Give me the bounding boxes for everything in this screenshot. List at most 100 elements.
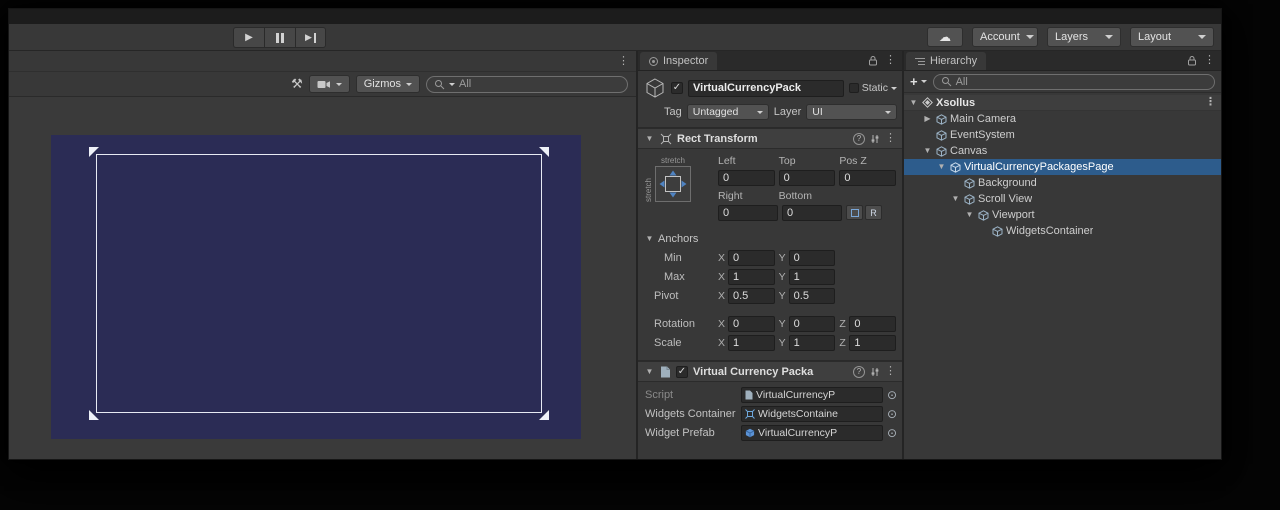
top-label: Top [779, 155, 836, 170]
lock-icon[interactable] [868, 55, 878, 66]
anchors-label: Anchors [658, 233, 698, 245]
active-checkbox[interactable]: ✓ [671, 82, 683, 94]
scale-y-field[interactable]: 1 [789, 335, 836, 351]
lock-icon[interactable] [1187, 55, 1197, 66]
kebab-menu-icon[interactable]: ⋮ [1204, 55, 1215, 66]
anchor-handle-top-right[interactable] [539, 147, 549, 157]
hierarchy-item-eventsystem[interactable]: EventSystem [904, 127, 1221, 143]
cloud-icon: ☁ [939, 30, 951, 44]
scene-search-input[interactable]: All [426, 76, 628, 93]
left-field[interactable]: 0 [718, 170, 775, 186]
object-picker-icon[interactable]: ⊙ [887, 389, 897, 401]
hierarchy-tab-bar: Hierarchy ⋮ [904, 51, 1221, 71]
widget-prefab-object-field[interactable]: VirtualCurrencyP [741, 425, 883, 441]
foldout-icon[interactable] [964, 211, 975, 219]
help-icon[interactable]: ? [853, 366, 865, 378]
gameobject-icon [978, 210, 989, 221]
presets-icon[interactable] [870, 134, 880, 144]
hierarchy-item-viewport[interactable]: Viewport [904, 207, 1221, 223]
foldout-icon[interactable] [950, 195, 961, 203]
editor-content: ⋮ ⚒ Gizmos [9, 51, 1221, 459]
static-checkbox[interactable] [849, 83, 859, 93]
object-picker-icon[interactable]: ⊙ [887, 408, 897, 420]
hierarchy-search-input[interactable]: All [933, 74, 1215, 90]
kebab-menu-icon[interactable]: ⋮ [885, 55, 896, 66]
static-toggle[interactable]: Static [849, 82, 897, 94]
foldout-icon[interactable] [644, 235, 655, 243]
kebab-menu-icon[interactable]: ⋮ [885, 133, 896, 144]
hierarchy-item-virtualcurrencypackagespage[interactable]: VirtualCurrencyPackagesPage [904, 159, 1221, 175]
anchor-preset-widget[interactable]: stretch stretch [644, 155, 718, 225]
account-dropdown[interactable]: Account [972, 27, 1038, 47]
layer-dropdown[interactable]: UI [806, 104, 897, 120]
posz-field[interactable]: 0 [839, 170, 896, 186]
component-enabled-checkbox[interactable]: ✓ [676, 366, 688, 378]
hierarchy-item-canvas[interactable]: Canvas [904, 143, 1221, 159]
tab-inspector[interactable]: Inspector [640, 52, 717, 70]
inspector-tab-icon [649, 57, 658, 66]
foldout-icon[interactable] [922, 147, 933, 155]
script-object-field[interactable]: VirtualCurrencyP [741, 387, 883, 403]
raw-edit-mode-button[interactable]: R [865, 205, 882, 220]
foldout-icon[interactable] [644, 368, 655, 376]
scene-viewport[interactable] [9, 97, 636, 459]
anchor-handle-top-left[interactable] [89, 147, 99, 157]
kebab-menu-icon[interactable]: ⋮ [885, 366, 896, 377]
foldout-icon[interactable] [908, 99, 919, 107]
foldout-icon[interactable] [644, 135, 655, 143]
hierarchy-item-scroll-view[interactable]: Scroll View [904, 191, 1221, 207]
widgets-container-object-field[interactable]: WidgetsContaine [741, 406, 883, 422]
play-button[interactable]: ▶ [233, 27, 264, 48]
script-component-header[interactable]: ✓ Virtual Currency Packa ? ⋮ [638, 361, 902, 382]
anchor-handle-bottom-right[interactable] [539, 410, 549, 420]
editor-tools-icon[interactable]: ⚒ [291, 76, 303, 92]
top-field[interactable]: 0 [779, 170, 836, 186]
scale-z-field[interactable]: 1 [849, 335, 896, 351]
foldout-icon[interactable] [936, 163, 947, 171]
blueprint-mode-button[interactable] [846, 205, 863, 220]
scale-x-field[interactable]: 1 [728, 335, 775, 351]
pivot-y-field[interactable]: 0.5 [789, 288, 836, 304]
tag-dropdown[interactable]: Untagged [687, 104, 769, 120]
rect-transform-icon [660, 133, 672, 145]
help-icon[interactable]: ? [853, 133, 865, 145]
scene-row-xsollus[interactable]: Xsollus ⋮ [904, 95, 1221, 111]
widgets-container-row: Widgets Container WidgetsContaine ⊙ [638, 404, 902, 423]
scene-camera-dropdown[interactable] [309, 75, 350, 93]
object-picker-icon[interactable]: ⊙ [887, 427, 897, 439]
ui-canvas-background[interactable] [51, 135, 581, 439]
gameobject-cube-icon[interactable] [644, 77, 666, 99]
create-button[interactable]: + [910, 74, 927, 89]
hierarchy-item-background[interactable]: Background [904, 175, 1221, 191]
cloud-button[interactable]: ☁ [927, 27, 963, 47]
foldout-icon[interactable] [922, 115, 933, 123]
kebab-menu-icon[interactable]: ⋮ [1205, 97, 1216, 108]
layers-dropdown[interactable]: Layers [1047, 27, 1121, 47]
window-titlebar [9, 9, 1221, 24]
rotation-z-field[interactable]: 0 [849, 316, 896, 332]
anchor-handle-bottom-left[interactable] [89, 410, 99, 420]
layout-dropdown[interactable]: Layout [1130, 27, 1214, 47]
step-button[interactable]: ▶ [295, 27, 326, 48]
min-x-field[interactable]: 0 [728, 250, 775, 266]
hierarchy-item-widgetscontainer[interactable]: WidgetsContainer [904, 223, 1221, 239]
hierarchy-item-main-camera[interactable]: Main Camera [904, 111, 1221, 127]
unity-editor-window: ▶ ▶ ☁ Account Layers [8, 8, 1222, 460]
bottom-field[interactable]: 0 [782, 205, 842, 221]
presets-icon[interactable] [870, 367, 880, 377]
right-field[interactable]: 0 [718, 205, 778, 221]
rotation-y-field[interactable]: 0 [789, 316, 836, 332]
max-y-field[interactable]: 1 [789, 269, 836, 285]
min-y-field[interactable]: 0 [789, 250, 836, 266]
pause-button[interactable] [264, 27, 295, 48]
kebab-menu-icon[interactable]: ⋮ [618, 56, 629, 67]
chevron-down-icon [1105, 35, 1113, 39]
pivot-x-field[interactable]: 0.5 [728, 288, 775, 304]
rect-transform-header[interactable]: Rect Transform ? ⋮ [638, 128, 902, 149]
gameobject-name-field[interactable]: VirtualCurrencyPack [688, 80, 844, 97]
max-x-field[interactable]: 1 [728, 269, 775, 285]
tab-hierarchy[interactable]: Hierarchy [906, 52, 986, 70]
gizmos-dropdown[interactable]: Gizmos [356, 75, 420, 93]
rotation-x-field[interactable]: 0 [728, 316, 775, 332]
script-row: Script VirtualCurrencyP ⊙ [638, 385, 902, 404]
